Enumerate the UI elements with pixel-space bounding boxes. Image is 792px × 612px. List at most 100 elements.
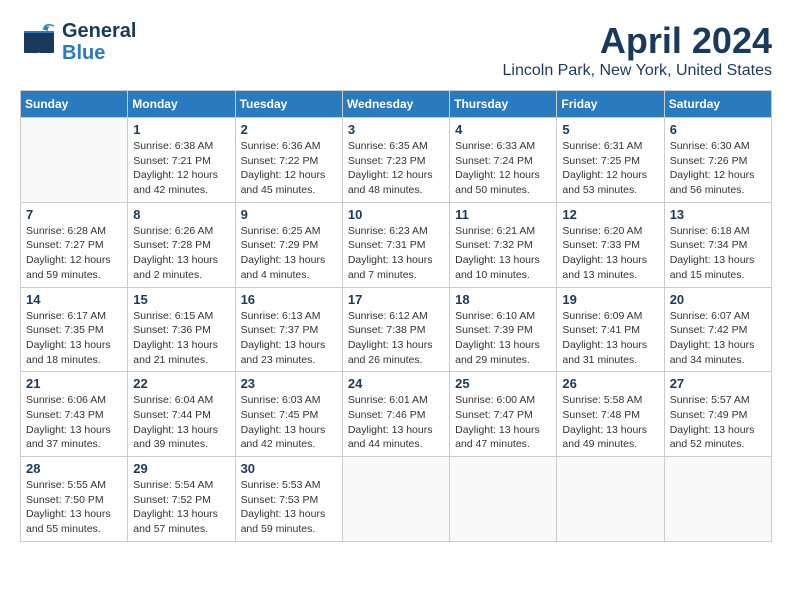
day-number: 26 — [562, 376, 658, 391]
day-info: Sunrise: 6:07 AMSunset: 7:42 PMDaylight:… — [670, 309, 766, 368]
calendar-cell: 5 Sunrise: 6:31 AMSunset: 7:25 PMDaylight… — [557, 118, 664, 203]
day-number: 8 — [133, 207, 229, 222]
day-number: 11 — [455, 207, 551, 222]
calendar-cell: 14 Sunrise: 6:17 AMSunset: 7:35 PMDayligh… — [21, 287, 128, 372]
day-info: Sunrise: 6:30 AMSunset: 7:26 PMDaylight:… — [670, 139, 766, 198]
day-number: 19 — [562, 292, 658, 307]
day-number: 14 — [26, 292, 122, 307]
day-info: Sunrise: 6:00 AMSunset: 7:47 PMDaylight:… — [455, 393, 551, 452]
day-info: Sunrise: 6:01 AMSunset: 7:46 PMDaylight:… — [348, 393, 444, 452]
calendar-cell: 19 Sunrise: 6:09 AMSunset: 7:41 PMDayligh… — [557, 287, 664, 372]
title-section: April 2024 Lincoln Park, New York, Unite… — [503, 20, 772, 80]
calendar-week-row: 28 Sunrise: 5:55 AMSunset: 7:50 PMDayligh… — [21, 457, 772, 542]
weekday-header: Sunday — [21, 91, 128, 118]
calendar-week-row: 1 Sunrise: 6:38 AMSunset: 7:21 PMDaylight… — [21, 118, 772, 203]
day-number: 15 — [133, 292, 229, 307]
calendar-cell: 21Sunrise: 6:06 AMSunset: 7:43 PMDayligh… — [21, 372, 128, 457]
calendar-week-row: 14 Sunrise: 6:17 AMSunset: 7:35 PMDayligh… — [21, 287, 772, 372]
weekday-header: Tuesday — [235, 91, 342, 118]
weekday-header: Saturday — [664, 91, 771, 118]
day-number: 2 — [241, 122, 337, 137]
weekday-header: Friday — [557, 91, 664, 118]
day-info: Sunrise: 5:55 AMSunset: 7:50 PMDaylight:… — [26, 478, 122, 537]
weekday-header: Wednesday — [342, 91, 449, 118]
calendar-cell — [557, 457, 664, 542]
day-info: Sunrise: 6:20 AMSunset: 7:33 PMDaylight:… — [562, 224, 658, 283]
subtitle: Lincoln Park, New York, United States — [503, 62, 772, 80]
calendar-cell: 22 Sunrise: 6:04 AMSunset: 7:44 PMDayligh… — [128, 372, 235, 457]
calendar-cell: 6 Sunrise: 6:30 AMSunset: 7:26 PMDaylight… — [664, 118, 771, 203]
day-number: 10 — [348, 207, 444, 222]
calendar-cell: 3 Sunrise: 6:35 AMSunset: 7:23 PMDaylight… — [342, 118, 449, 203]
calendar-cell: 27 Sunrise: 5:57 AMSunset: 7:49 PMDayligh… — [664, 372, 771, 457]
day-info: Sunrise: 6:23 AMSunset: 7:31 PMDaylight:… — [348, 224, 444, 283]
calendar-cell: 30 Sunrise: 5:53 AMSunset: 7:53 PMDayligh… — [235, 457, 342, 542]
day-info: Sunrise: 6:33 AMSunset: 7:24 PMDaylight:… — [455, 139, 551, 198]
calendar-cell: 8Sunrise: 6:26 AMSunset: 7:28 PMDaylight… — [128, 202, 235, 287]
calendar-cell: 25 Sunrise: 6:00 AMSunset: 7:47 PMDayligh… — [450, 372, 557, 457]
day-number: 24 — [348, 376, 444, 391]
calendar-cell: 28 Sunrise: 5:55 AMSunset: 7:50 PMDayligh… — [21, 457, 128, 542]
day-number: 16 — [241, 292, 337, 307]
calendar-cell: 16Sunrise: 6:13 AMSunset: 7:37 PMDayligh… — [235, 287, 342, 372]
logo-text-general: General — [62, 20, 136, 42]
day-number: 27 — [670, 376, 766, 391]
calendar-cell: 15 Sunrise: 6:15 AMSunset: 7:36 PMDayligh… — [128, 287, 235, 372]
day-info: Sunrise: 6:10 AMSunset: 7:39 PMDaylight:… — [455, 309, 551, 368]
day-number: 28 — [26, 461, 122, 476]
calendar-week-row: 21Sunrise: 6:06 AMSunset: 7:43 PMDayligh… — [21, 372, 772, 457]
day-info: Sunrise: 6:38 AMSunset: 7:21 PMDaylight:… — [133, 139, 229, 198]
day-number: 6 — [670, 122, 766, 137]
logo: General Blue — [20, 20, 136, 64]
calendar-cell: 4 Sunrise: 6:33 AMSunset: 7:24 PMDaylight… — [450, 118, 557, 203]
day-number: 4 — [455, 122, 551, 137]
day-info: Sunrise: 6:35 AMSunset: 7:23 PMDaylight:… — [348, 139, 444, 198]
day-number: 30 — [241, 461, 337, 476]
logo-text-blue: Blue — [62, 42, 136, 64]
calendar-cell: 26Sunrise: 5:58 AMSunset: 7:48 PMDayligh… — [557, 372, 664, 457]
day-info: Sunrise: 6:03 AMSunset: 7:45 PMDaylight:… — [241, 393, 337, 452]
calendar-week-row: 7 Sunrise: 6:28 AMSunset: 7:27 PMDaylight… — [21, 202, 772, 287]
calendar-cell: 29Sunrise: 5:54 AMSunset: 7:52 PMDayligh… — [128, 457, 235, 542]
day-info: Sunrise: 5:54 AMSunset: 7:52 PMDaylight:… — [133, 478, 229, 537]
calendar-header-row: SundayMondayTuesdayWednesdayThursdayFrid… — [21, 91, 772, 118]
day-info: Sunrise: 6:31 AMSunset: 7:25 PMDaylight:… — [562, 139, 658, 198]
calendar-cell — [664, 457, 771, 542]
day-info: Sunrise: 5:57 AMSunset: 7:49 PMDaylight:… — [670, 393, 766, 452]
day-number: 13 — [670, 207, 766, 222]
day-number: 22 — [133, 376, 229, 391]
day-info: Sunrise: 6:28 AMSunset: 7:27 PMDaylight:… — [26, 224, 122, 283]
calendar-cell: 2 Sunrise: 6:36 AMSunset: 7:22 PMDaylight… — [235, 118, 342, 203]
day-number: 23 — [241, 376, 337, 391]
calendar-table: SundayMondayTuesdayWednesdayThursdayFrid… — [20, 90, 772, 542]
day-number: 20 — [670, 292, 766, 307]
calendar-cell: 1 Sunrise: 6:38 AMSunset: 7:21 PMDaylight… — [128, 118, 235, 203]
day-number: 25 — [455, 376, 551, 391]
calendar-cell: 9Sunrise: 6:25 AMSunset: 7:29 PMDaylight… — [235, 202, 342, 287]
calendar-cell: 23 Sunrise: 6:03 AMSunset: 7:45 PMDayligh… — [235, 372, 342, 457]
weekday-header: Thursday — [450, 91, 557, 118]
day-number: 7 — [26, 207, 122, 222]
day-number: 5 — [562, 122, 658, 137]
calendar-cell: 13 Sunrise: 6:18 AMSunset: 7:34 PMDayligh… — [664, 202, 771, 287]
day-number: 3 — [348, 122, 444, 137]
calendar-cell — [450, 457, 557, 542]
day-info: Sunrise: 6:21 AMSunset: 7:32 PMDaylight:… — [455, 224, 551, 283]
day-info: Sunrise: 6:04 AMSunset: 7:44 PMDaylight:… — [133, 393, 229, 452]
calendar-cell: 18 Sunrise: 6:10 AMSunset: 7:39 PMDayligh… — [450, 287, 557, 372]
day-info: Sunrise: 6:17 AMSunset: 7:35 PMDaylight:… — [26, 309, 122, 368]
day-number: 1 — [133, 122, 229, 137]
weekday-header: Monday — [128, 91, 235, 118]
page-header: General Blue April 2024 Lincoln Park, Ne… — [20, 20, 772, 80]
day-info: Sunrise: 6:09 AMSunset: 7:41 PMDaylight:… — [562, 309, 658, 368]
day-info: Sunrise: 6:12 AMSunset: 7:38 PMDaylight:… — [348, 309, 444, 368]
day-info: Sunrise: 6:36 AMSunset: 7:22 PMDaylight:… — [241, 139, 337, 198]
day-number: 9 — [241, 207, 337, 222]
day-number: 18 — [455, 292, 551, 307]
calendar-cell — [21, 118, 128, 203]
calendar-cell: 24 Sunrise: 6:01 AMSunset: 7:46 PMDayligh… — [342, 372, 449, 457]
day-info: Sunrise: 6:18 AMSunset: 7:34 PMDaylight:… — [670, 224, 766, 283]
day-info: Sunrise: 6:15 AMSunset: 7:36 PMDaylight:… — [133, 309, 229, 368]
day-number: 17 — [348, 292, 444, 307]
day-info: Sunrise: 5:53 AMSunset: 7:53 PMDaylight:… — [241, 478, 337, 537]
